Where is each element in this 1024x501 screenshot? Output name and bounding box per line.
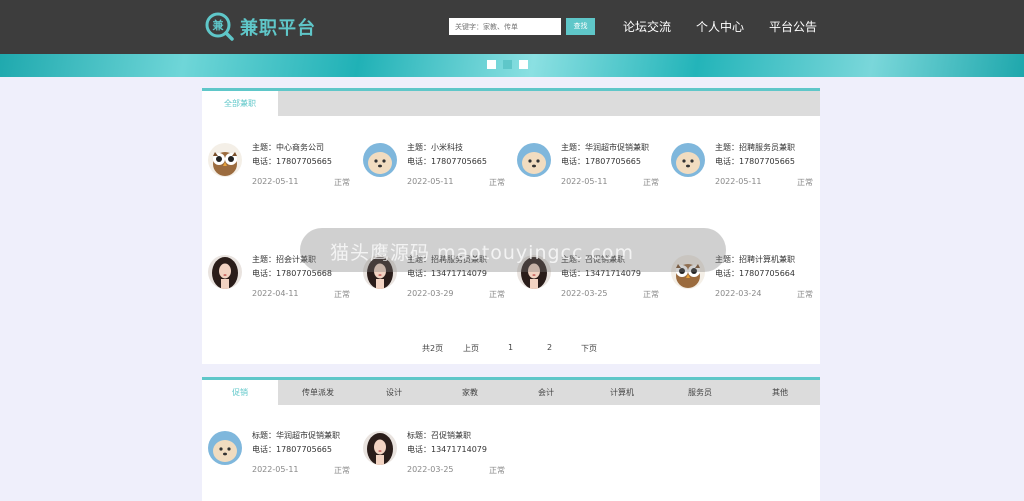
tab-category-waiter[interactable]: 服务员 [660,380,740,405]
job-status: 正常 [797,290,813,299]
all-jobs-panel: 全部兼职 主题：中心商务公司 电话：17807705665 2022-05-11 正常… [202,88,820,364]
category-tabbar: 促销 传单派发 设计 家教 会计 计算机 服务员 其他 [202,377,820,405]
job-phone: 电话：17807705665 [407,157,487,166]
job-title[interactable]: 主题：招聘计算机兼职 [715,254,795,265]
job-date: 2022-05-11 [252,177,299,186]
carousel-dot-3[interactable] [519,60,528,69]
pager-total: 共2页 [422,344,444,353]
tab-category-flyers[interactable]: 传单派发 [280,380,356,405]
job-phone: 电话：17807705664 [715,269,795,278]
tab-category-tutor[interactable]: 家教 [432,380,508,405]
job-date: 2022-03-29 [407,289,454,298]
watermark-text: 猫头鹰源码 maotouyingcc.com [330,242,635,264]
job-title[interactable]: 主题：中心商务公司 [252,142,324,153]
tab-category-design[interactable]: 设计 [356,380,432,405]
job-status: 正常 [643,290,659,299]
tab-category-computer[interactable]: 计算机 [584,380,660,405]
job-status: 正常 [643,178,659,187]
job-phone: 电话：17807705665 [715,157,795,166]
job-avatar[interactable] [208,431,242,465]
job-date: 2022-03-24 [715,289,762,298]
pager-page-2[interactable]: 2 [547,343,552,352]
all-jobs-tabbar: 全部兼职 [202,88,820,116]
carousel-dot-1[interactable] [487,60,496,69]
job-avatar[interactable] [208,255,242,289]
nav-forum[interactable]: 论坛交流 [623,18,671,35]
job-date: 2022-03-25 [561,289,608,298]
tab-all-jobs[interactable]: 全部兼职 [202,91,278,116]
job-title[interactable]: 主题：小米科技 [407,142,463,153]
job-status: 正常 [334,178,350,187]
job-card[interactable]: 标题：华润超市促销兼职 电话：17807705665 2022-05-11 正常 [202,422,357,482]
job-status: 正常 [334,466,350,475]
job-date: 2022-03-25 [407,465,454,474]
tab-category-other[interactable]: 其他 [740,380,820,405]
nav-announcements[interactable]: 平台公告 [769,18,817,35]
job-card[interactable]: 主题：小米科技电话：17807705665 2022-05-11 正常 [357,134,512,194]
job-date: 2022-05-11 [715,177,762,186]
logo-magnifier-icon: 兼 [205,12,234,41]
job-status: 正常 [334,290,350,299]
job-phone: 电话：17807705665 [252,445,332,454]
svg-text:兼: 兼 [213,18,225,32]
search-input[interactable] [449,18,561,35]
job-card[interactable]: 主题：华润超市促销兼职 电话：17807705665 2022-05-11 正常 [511,134,666,194]
job-card[interactable]: 标题：召促销兼职电话：13471714079 2022-03-25 正常 [357,422,512,482]
job-avatar[interactable] [671,143,705,177]
top-header: 兼 兼职平台 查找 论坛交流 个人中心 平台公告 [0,0,1024,54]
job-status: 正常 [489,290,505,299]
job-date: 2022-05-11 [252,465,299,474]
tab-category-accounting[interactable]: 会计 [508,380,584,405]
banner-carousel [0,54,1024,77]
job-date: 2022-05-11 [407,177,454,186]
nav-personal-center[interactable]: 个人中心 [696,18,744,35]
pager-page-1[interactable]: 1 [508,343,513,352]
job-avatar[interactable] [363,431,397,465]
job-date: 2022-04-11 [252,289,299,298]
job-status: 正常 [489,178,505,187]
search-button[interactable]: 查找 [566,18,595,35]
job-title[interactable]: 标题：召促销兼职 [407,430,471,441]
pager-next[interactable]: 下页 [581,343,597,354]
job-card[interactable]: 主题：招聘服务员兼职 电话：17807705665 2022-05-11 正常 [665,134,820,194]
site-title: 兼职平台 [240,17,316,39]
tab-category-promotion[interactable]: 促销 [202,380,278,405]
job-avatar[interactable] [517,143,551,177]
job-phone: 电话：13471714079 [407,445,487,454]
job-date: 2022-05-11 [561,177,608,186]
job-title[interactable]: 标题：华润超市促销兼职 [252,430,340,441]
job-status: 正常 [489,466,505,475]
category-panel: 促销 传单派发 设计 家教 会计 计算机 服务员 其他 标题：华润超市促销兼职电… [202,377,820,501]
job-status: 正常 [797,178,813,187]
job-phone: 电话：17807705665 [252,157,332,166]
job-card[interactable]: 主题：中心商务公司 电话：17807705665 2022-05-11 正常 [202,134,357,194]
job-phone: 电话：17807705665 [561,157,641,166]
job-title[interactable]: 主题：招聘服务员兼职 [715,142,795,153]
job-avatar[interactable] [363,143,397,177]
job-title[interactable]: 主题：华润超市促销兼职 [561,142,649,153]
site-logo[interactable]: 兼 兼职平台 [205,12,316,41]
carousel-dot-2[interactable] [503,60,512,69]
job-avatar[interactable] [208,143,242,177]
pager-prev[interactable]: 上页 [463,343,479,354]
